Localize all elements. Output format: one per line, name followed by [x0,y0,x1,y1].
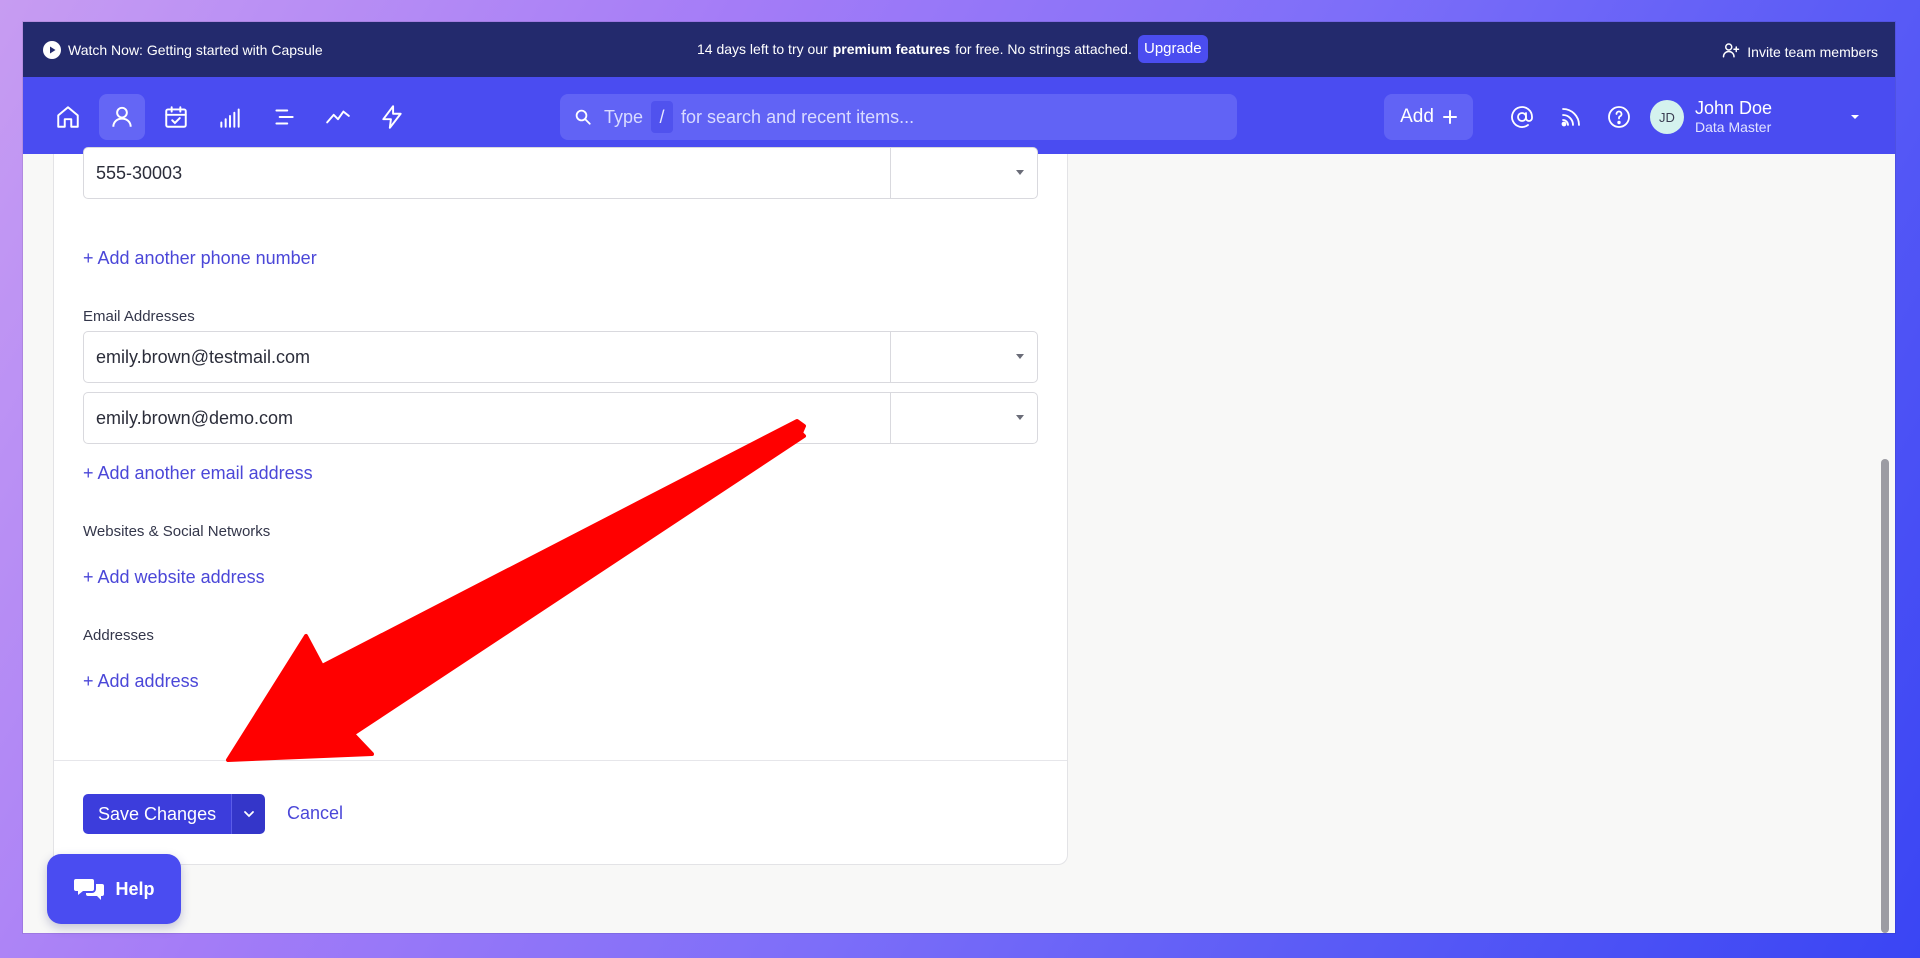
search-placeholder: for search and recent items... [681,106,915,127]
chat-icon [74,879,105,900]
main-navbar: Type / for search and recent items... Ad… [23,77,1895,154]
email-row: emily.brown@testmail.com [83,331,1038,383]
cancel-button[interactable]: Cancel [287,803,343,824]
watch-video-link[interactable]: Watch Now: Getting started with Capsule [43,41,323,59]
help-center-button[interactable] [1603,101,1635,133]
caret-down-icon [1016,415,1024,420]
phone-row: 555-30003 [83,147,1038,199]
nav-calendar[interactable] [153,94,199,140]
email-row: emily.brown@demo.com [83,392,1038,444]
watch-video-label: Watch Now: Getting started with Capsule [68,42,323,58]
trial-prefix: 14 days left to try our [697,41,828,57]
nav-pipeline[interactable] [207,94,253,140]
divider [54,760,1067,761]
nav-home[interactable] [45,94,91,140]
search-shortcut-key: / [651,101,674,133]
trial-message: 14 days left to try our premium features… [697,41,1132,57]
add-user-icon [1722,41,1740,62]
email-input[interactable]: emily.brown@demo.com [84,393,891,443]
person-icon [112,106,132,127]
caret-down-icon [1016,170,1024,175]
trial-suffix: for free. No strings attached. [955,41,1132,57]
save-changes-button[interactable]: Save Changes [83,794,232,834]
add-website-link[interactable]: + Add website address [83,567,265,588]
save-button-group: Save Changes [83,794,266,834]
scrollbar-thumb[interactable] [1881,459,1889,933]
add-phone-link[interactable]: + Add another phone number [83,248,317,269]
home-icon [57,106,79,128]
help-label: Help [115,878,155,899]
caret-down-icon [1016,354,1024,359]
nav-people[interactable] [99,94,145,140]
nav-reports[interactable] [315,94,361,140]
user-name: John Doe [1695,98,1773,118]
invite-label: Invite team members [1747,43,1878,60]
upgrade-button[interactable]: Upgrade [1138,35,1208,63]
email-type-select[interactable] [891,332,1037,382]
websites-section-label: Websites & Social Networks [83,523,271,540]
scrollbar[interactable] [1881,154,1889,933]
phone-input[interactable]: 555-30003 [84,148,891,198]
nav-projects[interactable] [261,94,307,140]
feed-button[interactable] [1555,101,1587,133]
edit-contact-form: 555-30003 + Add another phone number Ema… [53,147,1068,865]
help-chat-button[interactable]: Help [47,854,181,924]
trend-icon [326,110,350,124]
user-menu[interactable]: JD John Doe Data Master [1650,93,1860,141]
chevron-down-icon [243,811,254,818]
list-icon [275,109,294,125]
email-section-label: Email Addresses [83,308,195,325]
search-prefix: Type [604,106,644,127]
play-icon [43,41,61,59]
app-window: Watch Now: Getting started with Capsule … [23,22,1895,933]
at-icon [1511,106,1533,128]
search-icon [574,108,592,126]
save-options-button[interactable] [231,794,266,834]
trial-notice-bar: Watch Now: Getting started with Capsule … [23,22,1895,77]
add-button[interactable]: Add [1384,94,1473,140]
nav-workflow[interactable] [369,94,415,140]
feed-icon [1561,108,1580,127]
bars-icon [220,108,240,128]
bolt-icon [382,105,402,129]
trial-bold: premium features [832,41,951,57]
avatar: JD [1650,100,1684,134]
add-email-link[interactable]: + Add another email address [83,463,313,484]
search-input[interactable]: Type / for search and recent items... [560,94,1237,140]
calendar-icon [165,106,187,128]
add-address-link[interactable]: + Add address [83,671,199,692]
question-icon [1608,106,1630,128]
plus-icon [1442,110,1457,124]
add-label: Add [1400,106,1434,127]
phone-type-select[interactable] [891,148,1037,198]
email-input[interactable]: emily.brown@testmail.com [84,332,891,382]
invite-team-button[interactable]: Invite team members [1722,41,1878,62]
email-type-select[interactable] [891,393,1037,443]
user-role: Data Master [1695,119,1772,135]
addresses-section-label: Addresses [83,627,154,644]
chevron-down-icon [1851,115,1859,119]
mentions-button[interactable] [1506,101,1538,133]
